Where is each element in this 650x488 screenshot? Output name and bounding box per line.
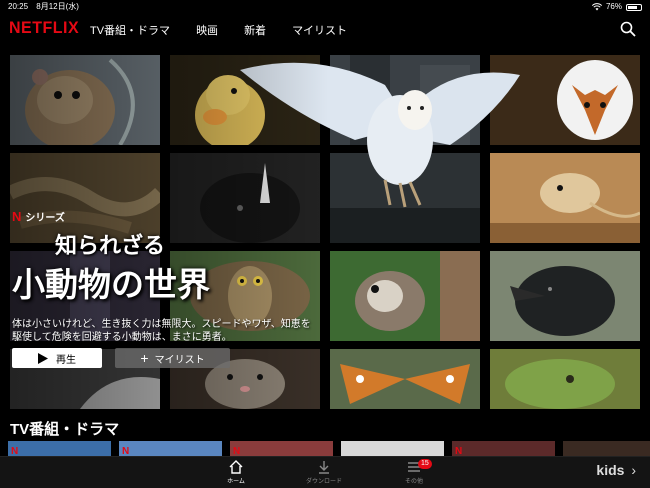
- wifi-icon: [591, 3, 602, 11]
- mylist-button[interactable]: + マイリスト: [115, 348, 230, 368]
- battery-percent: 76%: [605, 2, 622, 11]
- nav-item-mylist[interactable]: マイリスト: [292, 22, 347, 38]
- play-icon: [38, 352, 48, 364]
- tab-more-label: その他: [404, 479, 423, 485]
- netflix-logo[interactable]: NETFLIX: [9, 20, 79, 39]
- play-label: 再生: [56, 354, 76, 366]
- barn-owl-image: [240, 62, 520, 208]
- tab-home-label: ホーム: [227, 479, 245, 485]
- nav-menu: TV番組・ドラマ 映画 新着 マイリスト: [90, 22, 373, 38]
- status-time: 20:25: [8, 2, 29, 11]
- iguana-image: [490, 349, 640, 409]
- series-badge: N シリーズ: [12, 209, 65, 224]
- tab-more[interactable]: 15 その他: [384, 459, 444, 485]
- kids-label: kids: [596, 462, 625, 478]
- tab-home[interactable]: ホーム: [206, 459, 266, 485]
- status-bar: 20:25 8月12日(水) 76%: [0, 0, 650, 14]
- series-label: シリーズ: [25, 213, 65, 224]
- notification-badge: 15: [418, 459, 432, 469]
- raven-image: [490, 251, 640, 341]
- nav-item-new[interactable]: 新着: [244, 22, 266, 38]
- download-icon: [319, 461, 329, 474]
- play-button[interactable]: 再生: [12, 348, 102, 368]
- nav-item-tv[interactable]: TV番組・ドラマ: [90, 22, 170, 38]
- chevron-right-icon: ›: [631, 462, 636, 478]
- tab-downloads-label: ダウンロード: [305, 479, 342, 485]
- butterfly-image: [330, 349, 480, 409]
- plus-icon: +: [140, 350, 149, 366]
- hero-description: 体は小さいけれど、生き抜く力は無限大。スピードやワザ、知恵を駆使して危険を回避す…: [12, 319, 311, 343]
- tab-downloads[interactable]: ダウンロード: [294, 459, 354, 485]
- bottom-tab-bar: ホーム ダウンロード 15 その他: [0, 456, 650, 488]
- hero-title-line2: 小動物の世界: [12, 265, 210, 304]
- section-title: TV番組・ドラマ: [10, 421, 120, 438]
- search-icon[interactable]: [620, 21, 636, 37]
- top-nav: NETFLIX TV番組・ドラマ 映画 新着 マイリスト: [0, 14, 650, 44]
- hero-title-line1: 知られざる: [55, 234, 166, 259]
- nav-item-movies[interactable]: 映画: [196, 22, 218, 38]
- netflix-n-icon: N: [12, 209, 22, 224]
- flying-squirrel-image: [330, 251, 480, 341]
- mylist-label: マイリスト: [154, 354, 205, 366]
- battery-icon: [626, 3, 642, 11]
- kids-button[interactable]: kids ›: [596, 462, 636, 478]
- status-date: 8月12日(水): [36, 2, 79, 11]
- hamster-image: [10, 55, 160, 145]
- home-icon: [229, 460, 243, 474]
